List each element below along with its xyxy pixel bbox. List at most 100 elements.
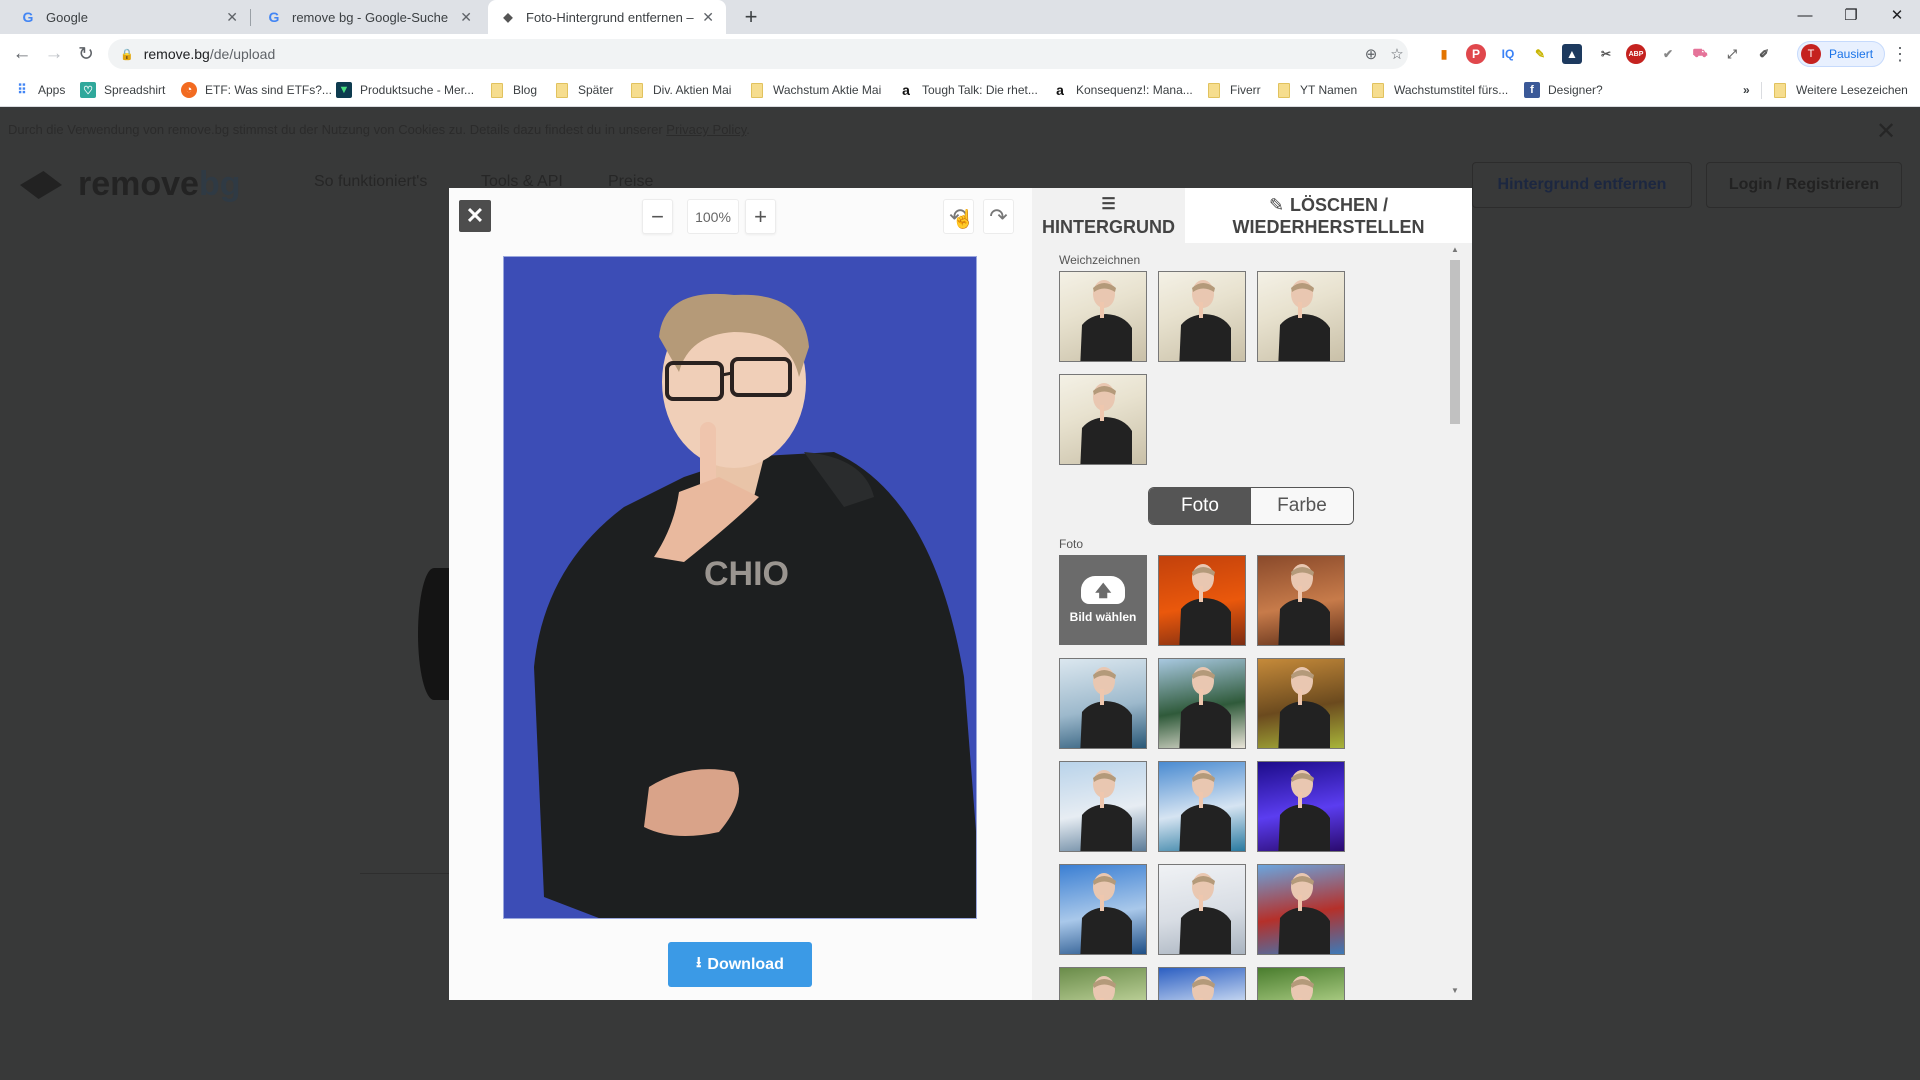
tab-removebg[interactable]: ◆ Foto-Hintergrund entfernen – re ✕ (488, 0, 726, 34)
scrollbar-thumb[interactable] (1450, 260, 1460, 424)
profile-status: Pausiert (1829, 47, 1874, 61)
bookmark-etf[interactable]: ◔ ETF: Was sind ETFs?... (181, 74, 332, 106)
restore-button[interactable]: ❐ (1828, 0, 1874, 30)
toggle-color[interactable]: Farbe (1251, 488, 1353, 524)
background-thumbnail-ocean-beach[interactable] (1158, 761, 1246, 852)
lock-icon: 🔒 (120, 48, 134, 61)
url-host: remove.bg (143, 46, 210, 62)
tab-erase-restore[interactable]: ✎ LÖSCHEN / WIEDERHERSTELLEN (1185, 188, 1472, 243)
removebg-logo[interactable]: remove bg (20, 165, 241, 204)
blur-thumbnail[interactable] (1059, 374, 1147, 465)
privacy-policy-link[interactable]: Privacy Policy (666, 122, 746, 137)
background-thumbnail-golden-gate[interactable] (1257, 864, 1345, 955)
background-thumbnail-green-leaves[interactable] (1257, 967, 1345, 1000)
tab-google[interactable]: G Google ✕ (8, 0, 250, 34)
bookmark-wachstum-aktie[interactable]: Wachstum Aktie Mai (751, 74, 881, 106)
background-thumbnail-coastal-city[interactable] (1059, 761, 1147, 852)
divider (360, 873, 450, 874)
blur-thumbnail[interactable] (1158, 271, 1246, 362)
scroll-down-icon[interactable]: ▼ (1450, 986, 1460, 995)
bookmarks-overflow-button[interactable]: » (1743, 74, 1750, 106)
back-button[interactable]: ← (8, 40, 36, 68)
minimize-button[interactable]: — (1782, 0, 1828, 30)
badge-extension-icon[interactable]: ✂ (1596, 44, 1616, 64)
pen-extension-icon[interactable]: ✎ (1530, 44, 1550, 64)
login-register-button[interactable]: Login / Registrieren (1706, 162, 1902, 208)
forward-button[interactable]: → (40, 40, 68, 68)
background-thumbnail-purple-lights[interactable] (1257, 761, 1345, 852)
folder-icon (1372, 82, 1384, 98)
nav-how-it-works[interactable]: So funktioniert's (314, 173, 427, 191)
browser-menu-icon[interactable]: ⋮ (1890, 42, 1910, 66)
background-thumbnail-tropical-hut[interactable] (1257, 658, 1345, 749)
scroll-up-icon[interactable]: ▲ (1450, 245, 1460, 254)
bookmark-yt-namen[interactable]: YT Namen (1278, 74, 1357, 106)
toggle-photo[interactable]: Foto (1149, 488, 1251, 524)
cloud-upload-icon (1081, 576, 1125, 607)
background-thumbnail-white-city[interactable] (1158, 864, 1246, 955)
tab-background[interactable]: ☰ HINTERGRUND (1032, 188, 1185, 243)
bookmark-produktsuche[interactable]: ▼ Produktsuche - Mer... (336, 74, 474, 106)
address-bar[interactable]: 🔒 remove.bg/de/upload ⊕ ☆ (108, 39, 1408, 69)
remove-background-button[interactable]: Hintergrund entfernen (1472, 162, 1692, 208)
check-extension-icon[interactable]: ✔ (1658, 44, 1678, 64)
blur-thumbnail[interactable] (1257, 271, 1345, 362)
bookmark-other[interactable]: Weitere Lesezeichen (1774, 74, 1908, 106)
bookmark-designer[interactable]: f Designer? (1524, 74, 1603, 106)
zoom-out-button[interactable]: − (642, 199, 673, 234)
removebg-favicon-icon: ◆ (503, 10, 513, 24)
bookmark-apps[interactable]: ⠿ Apps (14, 74, 65, 106)
tab-google-search[interactable]: G remove bg - Google-Suche ✕ (254, 0, 484, 34)
modal-close-button[interactable]: ✕ (459, 200, 491, 232)
cookie-close-icon[interactable]: ✕ (1876, 117, 1896, 146)
window-close-button[interactable]: ✕ (1874, 0, 1920, 30)
pinterest-extension-icon[interactable]: P (1466, 44, 1486, 64)
background-thumbnail-autumn-forest[interactable] (1158, 555, 1246, 646)
download-button[interactable]: ⭳ Download (668, 942, 812, 987)
bookmark-div-aktien[interactable]: Div. Aktien Mai (631, 74, 731, 106)
upload-image-button[interactable]: Bild wählen (1059, 555, 1147, 645)
close-tab-icon[interactable]: ✕ (702, 9, 714, 26)
download-label: Download (707, 955, 784, 973)
zoom-in-button[interactable]: + (745, 199, 776, 234)
iq-extension-icon[interactable]: IQ (1498, 44, 1518, 64)
star-icon[interactable]: ☆ (1384, 39, 1410, 69)
etf-icon: ◔ (181, 82, 197, 98)
bookmark-spreadshirt[interactable]: ♡ Spreadshirt (80, 74, 165, 106)
close-tab-icon[interactable]: ✕ (460, 9, 472, 26)
cart-extension-icon[interactable]: ⛟ (1690, 44, 1710, 64)
background-thumbnail-mountain-lake[interactable] (1059, 658, 1147, 749)
expand-extension-icon[interactable]: ⤢ (1722, 44, 1742, 64)
bookmark-konsequenz[interactable]: a Konsequenz!: Mana... (1052, 74, 1193, 106)
image-preview[interactable]: CHIO (503, 256, 977, 919)
background-thumbnail-palm-beach[interactable] (1158, 658, 1246, 749)
tab-label: WIEDERHERSTELLEN (1232, 216, 1425, 237)
background-thumbnail-wooden-slats[interactable] (1257, 555, 1345, 646)
zoom-icon[interactable]: ⊕ (1358, 39, 1384, 69)
url-path: /de/upload (209, 46, 276, 62)
bookmark-blog[interactable]: Blog (491, 74, 537, 106)
eyedropper-extension-icon[interactable]: ✐ (1754, 44, 1774, 64)
person-thumb (1179, 873, 1231, 954)
bookmark-spaeter[interactable]: Später (556, 74, 613, 106)
adblock-extension-icon[interactable]: ABP (1626, 44, 1646, 64)
bookmark-tough-talk[interactable]: a Tough Talk: Die rhet... (898, 74, 1038, 106)
layers-icon: ☰ (1101, 195, 1116, 213)
new-tab-button[interactable]: + (738, 4, 764, 30)
background-thumbnail-city-skyline[interactable] (1059, 864, 1147, 955)
profile-button[interactable]: T Pausiert (1797, 41, 1885, 67)
shirt-extension-icon[interactable]: ▮ (1434, 44, 1454, 64)
reload-button[interactable]: ↻ (72, 40, 100, 68)
spreadshirt-icon: ♡ (80, 82, 96, 98)
background-thumbnail-blue-sky-tree[interactable] (1158, 967, 1246, 1000)
blur-thumbnail[interactable] (1059, 271, 1147, 362)
background-thumbnail-green-forest[interactable] (1059, 967, 1147, 1000)
photo-color-toggle[interactable]: Foto Farbe (1148, 487, 1354, 525)
redo-button[interactable]: ↷ (983, 199, 1014, 234)
bookmark-wachstumstitel[interactable]: Wachstumstitel fürs... (1372, 74, 1508, 106)
person-thumb (1080, 383, 1132, 464)
close-tab-icon[interactable]: ✕ (226, 9, 238, 26)
panel-scrollbar[interactable]: ▲ ▼ (1447, 243, 1461, 1000)
bookmark-fiverr[interactable]: Fiverr (1208, 74, 1261, 106)
profile-extension-icon[interactable]: ▲ (1562, 44, 1582, 64)
